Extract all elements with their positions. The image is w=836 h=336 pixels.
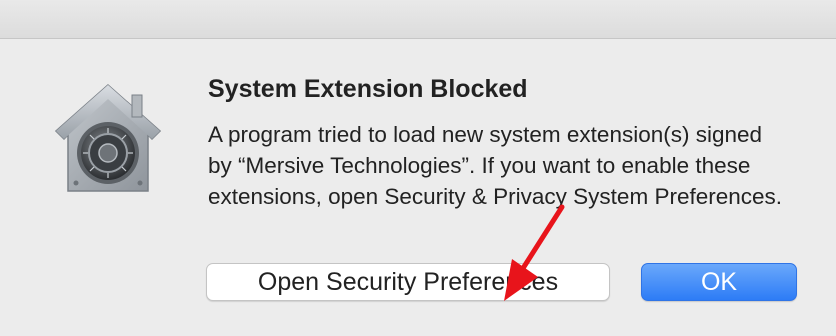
red-arrow-icon <box>490 199 580 319</box>
system-extension-blocked-dialog: System Extension Blocked A program tried… <box>0 39 836 336</box>
window-titlebar <box>0 0 836 39</box>
security-vault-house-icon <box>48 79 168 199</box>
dialog-title: System Extension Blocked <box>208 75 528 103</box>
open-security-preferences-button[interactable]: Open Security Preferences <box>206 263 610 301</box>
dialog-message: A program tried to load new system exten… <box>208 122 783 209</box>
ok-button[interactable]: OK <box>641 263 797 301</box>
